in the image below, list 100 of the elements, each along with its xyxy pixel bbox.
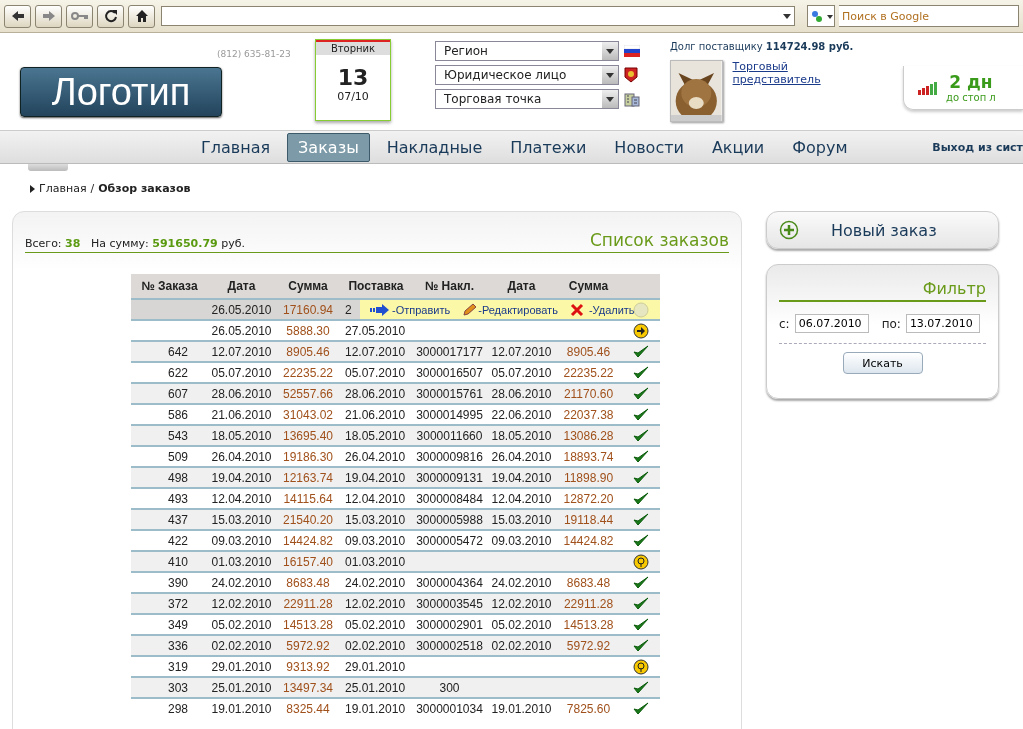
table-row[interactable]: 437 15.03.2010 21540.20 15.03.2010 3000005988 15.03.2010 19118.44 bbox=[131, 508, 660, 529]
table-cell: 22037.38 bbox=[563, 407, 614, 422]
table-row[interactable]: 372 12.02.2010 22911.28 12.02.2010 3000003545 12.02.2010 22911.28 bbox=[131, 592, 660, 613]
table-cell: 622 bbox=[167, 365, 188, 380]
table-cell: 437 bbox=[167, 512, 188, 527]
agent-link[interactable]: Торговый представитель bbox=[732, 60, 870, 86]
nav-tab[interactable]: Платежи bbox=[499, 132, 598, 162]
filter-title: Фильтр bbox=[779, 265, 986, 302]
send-button[interactable]: -Отправить bbox=[370, 303, 451, 316]
nav-tab[interactable]: Накладные bbox=[375, 132, 494, 162]
table-row[interactable]: 607 28.06.2010 52557.66 28.06.2010 3000015761 28.06.2010 21170.60 bbox=[131, 382, 660, 403]
search-button[interactable]: Искать bbox=[842, 352, 923, 374]
home-icon bbox=[134, 9, 149, 23]
reload-button[interactable] bbox=[97, 4, 124, 28]
table-cell: 3000001034 bbox=[416, 701, 483, 716]
table-cell: 21540.20 bbox=[282, 512, 334, 527]
calendar-widget: Вторник 13 07/10 bbox=[315, 39, 391, 121]
arrow-circle-icon[interactable] bbox=[633, 322, 649, 339]
table-cell: 14424.82 bbox=[282, 533, 334, 548]
table-cell: 3000005988 bbox=[416, 512, 483, 527]
logout-link[interactable]: Выход из сист bbox=[932, 140, 1023, 154]
table-cell: 24.02.2010 bbox=[345, 575, 406, 590]
table-row[interactable]: 642 12.07.2010 8905.46 12.07.2010 3000017177 12.07.2010 8905.46 bbox=[131, 340, 660, 361]
from-date-field[interactable]: 06.07.2010 bbox=[794, 314, 869, 333]
table-row[interactable]: 336 02.02.2010 5972.92 02.02.2010 3000002518 02.02.2010 5972.92 bbox=[131, 634, 660, 655]
days-count: 2 дн bbox=[949, 72, 993, 92]
column-header: № Накл. bbox=[424, 279, 475, 293]
table-cell: 8905.46 bbox=[566, 344, 611, 359]
table-cell: 5972.92 bbox=[286, 638, 330, 653]
table-cell: 303 bbox=[167, 680, 188, 695]
table-cell: 24.02.2010 bbox=[491, 575, 552, 590]
table-cell: 3000003545 bbox=[416, 596, 483, 611]
home-button[interactable] bbox=[128, 4, 155, 28]
table-cell: 15.03.2010 bbox=[491, 512, 552, 527]
table-cell: 3000009131 bbox=[416, 470, 483, 485]
building-icon bbox=[624, 91, 640, 107]
column-header: Поставка bbox=[348, 279, 404, 293]
table-cell: 12163.74 bbox=[282, 470, 334, 485]
table-cell: 29.01.2010 bbox=[211, 659, 272, 674]
table-cell: 28.06.2010 bbox=[345, 386, 406, 401]
address-field[interactable] bbox=[161, 6, 795, 26]
caret-icon bbox=[606, 48, 614, 54]
search-engine-icon[interactable] bbox=[807, 5, 835, 27]
forward-icon bbox=[41, 10, 56, 22]
new-order-button[interactable]: Новый заказ bbox=[766, 211, 999, 249]
delete-button[interactable]: -Удалить bbox=[569, 302, 635, 317]
table-row[interactable]: 298 19.01.2010 8325.44 19.01.2010 3000001034 19.01.2010 7825.60 bbox=[131, 697, 660, 718]
debt-text: Долг поставщику 114724.98 руб. bbox=[670, 41, 855, 52]
back-icon bbox=[10, 10, 25, 22]
table-cell: 26.04.2010 bbox=[491, 449, 552, 464]
caret-icon bbox=[606, 96, 614, 102]
table-cell: 21.06.2010 bbox=[345, 407, 406, 422]
table-cell: 3000014995 bbox=[416, 407, 483, 422]
table-cell: 319 bbox=[167, 659, 188, 674]
table-cell: 09.03.2010 bbox=[211, 533, 272, 548]
table-row[interactable]: 543 18.05.2010 13695.40 18.05.2010 3000011660 18.05.2010 13086.28 bbox=[131, 424, 660, 445]
table-cell: 13086.28 bbox=[563, 428, 614, 443]
table-cell: 12.04.2010 bbox=[491, 491, 552, 506]
table-cell: 3000009816 bbox=[416, 449, 483, 464]
table-cell: 22235.22 bbox=[563, 365, 614, 380]
table-cell: 24.02.2010 bbox=[211, 575, 272, 590]
dropdown[interactable]: Торговая точка bbox=[435, 89, 619, 109]
dropdown[interactable]: Юридическое лицо bbox=[435, 65, 619, 85]
edit-button[interactable]: -Редактировать bbox=[462, 302, 558, 317]
dropdown[interactable]: Регион bbox=[435, 41, 619, 61]
table-cell: 8325.44 bbox=[286, 701, 330, 716]
logo[interactable]: Логотип bbox=[20, 67, 222, 117]
table-cell: 05.02.2010 bbox=[211, 617, 272, 632]
table-row[interactable]: 410 01.03.2010 16157.40 01.03.2010 bbox=[131, 550, 660, 571]
breadcrumb-link[interactable]: Главная bbox=[39, 182, 87, 195]
table-row[interactable]: 303 25.01.2010 13497.34 25.01.2010 300 bbox=[131, 676, 660, 697]
table-cell: 14424.82 bbox=[563, 533, 614, 548]
back-button[interactable] bbox=[4, 4, 31, 28]
table-cell: 25.01.2010 bbox=[211, 680, 272, 695]
table-cell: 19.04.2010 bbox=[211, 470, 272, 485]
table-cell: 18.05.2010 bbox=[211, 428, 272, 443]
key-button[interactable] bbox=[66, 4, 93, 28]
table-row[interactable]: 498 19.04.2010 12163.74 19.04.2010 3000009131 19.04.2010 11898.90 bbox=[131, 466, 660, 487]
nav-tab[interactable]: Форум bbox=[781, 132, 859, 162]
to-date-field[interactable]: 13.07.2010 bbox=[905, 314, 980, 333]
table-cell: 28.06.2010 bbox=[491, 386, 552, 401]
table-row[interactable]: 26.05.2010 17160.94 2 -Отправить -Редактировать -Удалить bbox=[131, 298, 660, 319]
forward-button[interactable] bbox=[35, 4, 62, 28]
table-cell: 22911.28 bbox=[283, 596, 333, 611]
table-cell: 14513.28 bbox=[282, 617, 334, 632]
from-label: с: bbox=[779, 316, 790, 331]
nav-tab[interactable]: Акции bbox=[700, 132, 776, 162]
table-cell: 26.04.2010 bbox=[211, 449, 272, 464]
nav-tab[interactable]: Главная bbox=[190, 132, 282, 162]
pencil-icon bbox=[462, 302, 477, 317]
table-cell: 8905.46 bbox=[286, 344, 330, 359]
table-cell: 16157.40 bbox=[282, 554, 334, 569]
table-cell: 05.07.2010 bbox=[345, 365, 406, 380]
search-field[interactable]: Поиск в Google bbox=[839, 5, 1019, 27]
table-cell: 349 bbox=[167, 617, 188, 632]
table-cell: 13695.40 bbox=[282, 428, 334, 443]
table-cell: 12872.20 bbox=[563, 491, 614, 506]
table-cell: 11898.90 bbox=[563, 470, 614, 485]
table-cell: 19.01.2010 bbox=[491, 701, 552, 716]
nav-tab[interactable]: Новости bbox=[603, 132, 695, 162]
